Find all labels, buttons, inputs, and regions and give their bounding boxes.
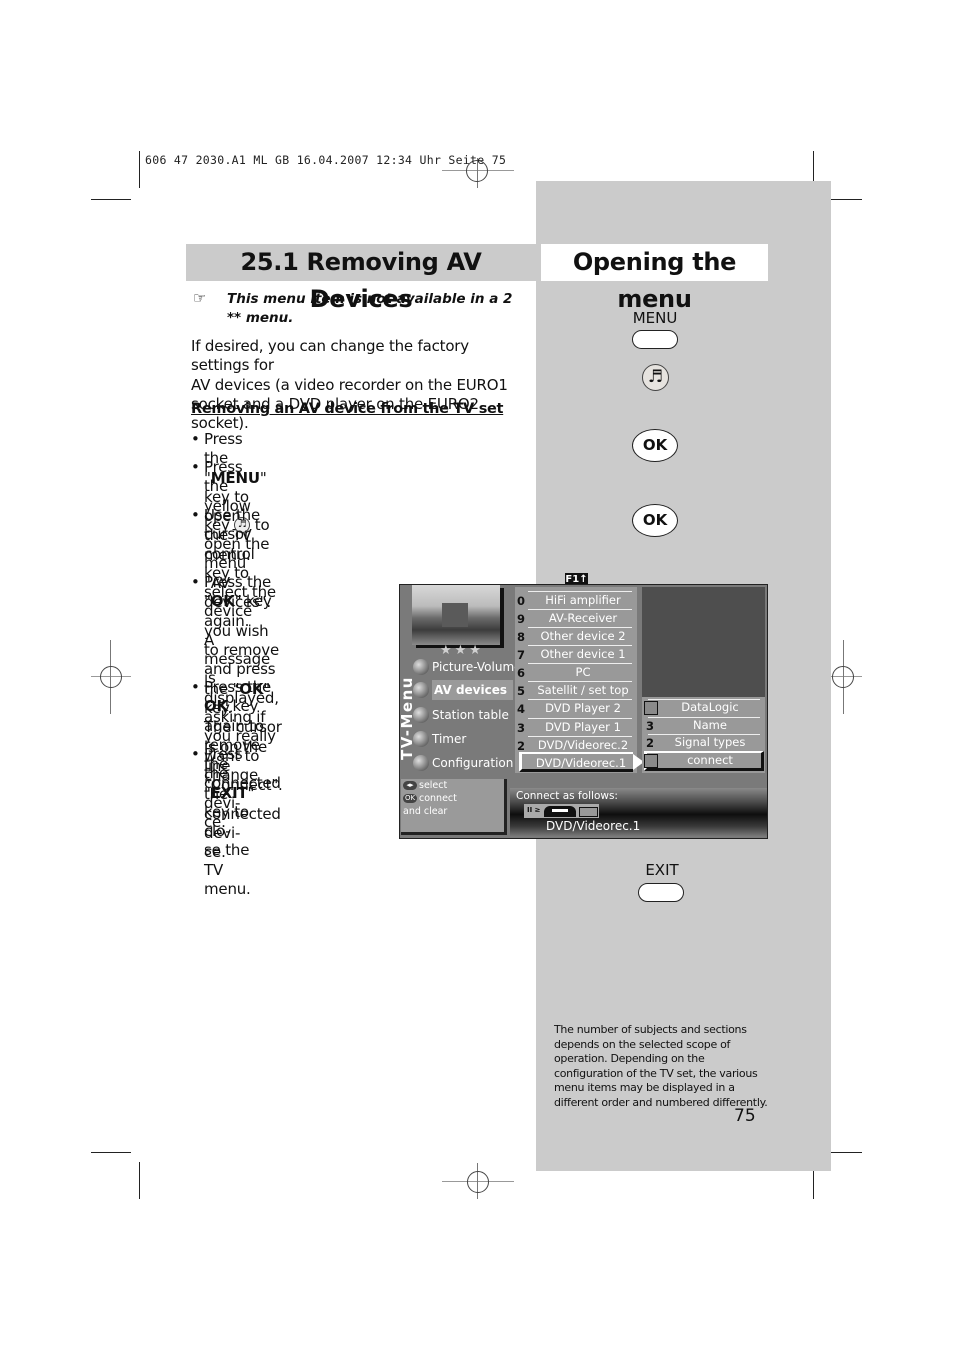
- device-row[interactable]: 7 Other device 1: [515, 645, 635, 663]
- device-label: DVD Player 2: [545, 701, 621, 715]
- menu-item-picture-volume[interactable]: Picture-Volume: [413, 657, 522, 677]
- device-number: 3: [517, 721, 526, 735]
- ok-key[interactable]: OK: [632, 504, 678, 537]
- connect-title: Connect as follows:: [516, 790, 618, 802]
- step-text: se the TV menu.: [204, 841, 251, 899]
- device-row[interactable]: 3 DVD Player 1: [515, 718, 635, 736]
- intro-line: AV devices (a video recorder on the EURO…: [191, 375, 508, 394]
- video-recorder-icon: II ≥: [524, 804, 599, 818]
- menu-item-av-devices[interactable]: AV devices: [413, 680, 513, 700]
- cursor-keys-icon: ◂▸: [403, 781, 417, 790]
- menu-key[interactable]: [632, 330, 678, 349]
- key-name: OK: [204, 697, 228, 716]
- device-row[interactable]: 4 DVD Player 2: [515, 699, 635, 717]
- menu-item-configuration[interactable]: Configuration: [413, 753, 513, 773]
- device-row[interactable]: 5 Satellit / set top: [515, 681, 635, 699]
- note-text: This menu item is not available in a 2 *…: [227, 291, 513, 326]
- submenu-number: 2: [646, 736, 655, 750]
- exit-key[interactable]: [638, 883, 684, 902]
- menu-ball-icon: [413, 682, 429, 698]
- submenu-item-signal-types[interactable]: 2 Signal types: [642, 734, 764, 751]
- device-number: 8: [517, 630, 526, 644]
- device-number: 7: [517, 648, 526, 662]
- page-number: 75: [734, 1106, 756, 1126]
- print-slug: 606 47 2030.A1 ML GB 16.04.2007 12:34 Uh…: [145, 153, 507, 167]
- submenu-label: Signal types: [674, 735, 746, 749]
- menu-ball-icon: [413, 659, 429, 675]
- help-text: select: [419, 780, 448, 791]
- device-label: HiFi amplifier: [545, 593, 621, 607]
- help-panel: ◂▸ select OK connect and clear: [401, 779, 507, 835]
- preview-image: [412, 585, 500, 645]
- subheading: Removing an AV device from the TV set: [191, 401, 504, 417]
- registration-mark: [467, 1171, 489, 1193]
- step-text: Press the: [204, 678, 272, 696]
- key-name: EXIT: [210, 783, 248, 802]
- menu-item-label: Timer: [432, 732, 467, 746]
- device-number: 5: [517, 684, 526, 698]
- help-text: and clear: [403, 806, 448, 817]
- music-note-icon[interactable]: ♬: [642, 364, 669, 391]
- submenu-label: Name: [693, 718, 727, 732]
- menu-item-label: Configuration: [432, 756, 514, 770]
- device-label: Other device 1: [540, 647, 626, 661]
- device-label: DVD/Videorec.2: [537, 738, 629, 752]
- menu-item-label: AV devices: [432, 680, 513, 700]
- checkbox-icon[interactable]: [644, 701, 658, 715]
- device-label: PC: [575, 665, 591, 679]
- menu-item-label: Picture-Volume: [432, 660, 522, 674]
- menu-ball-icon: [413, 707, 429, 723]
- menu-key-label: MENU: [632, 309, 678, 327]
- side-title: Opening the menu: [541, 244, 768, 313]
- menu-ball-icon: [413, 755, 429, 771]
- connect-device: DVD/Videorec.1: [546, 819, 641, 833]
- crop-mark: [91, 1152, 131, 1153]
- device-row[interactable]: 0 HiFi amplifier: [515, 591, 635, 609]
- help-text: connect: [419, 793, 457, 804]
- ok-icon: OK: [403, 794, 417, 803]
- side-note: The number of subjects and sections depe…: [554, 1023, 768, 1109]
- menu-ball-icon: [413, 731, 429, 747]
- device-number: 4: [517, 702, 526, 716]
- device-label: Other device 2: [540, 629, 626, 643]
- device-row[interactable]: 8 Other device 2: [515, 627, 635, 645]
- submenu-number: 3: [646, 719, 655, 733]
- menu-item-timer[interactable]: Timer: [413, 729, 513, 749]
- submenu-item-name[interactable]: 3 Name: [642, 717, 764, 734]
- device-number: 9: [517, 612, 526, 626]
- preview-area: [642, 587, 765, 697]
- device-number: 6: [517, 666, 526, 680]
- device-number: 2: [517, 739, 526, 753]
- ok-key[interactable]: OK: [632, 429, 678, 462]
- checkbox-icon[interactable]: [644, 754, 658, 768]
- star-rating: ★★★: [440, 643, 484, 658]
- exit-key-label: EXIT: [645, 861, 679, 879]
- submenu-label: DataLogic: [681, 700, 739, 714]
- registration-mark: [832, 666, 854, 688]
- pointing-hand-icon: ☞: [193, 289, 207, 307]
- menu-item-label: Station table: [432, 708, 509, 722]
- connect-panel: Connect as follows: II ≥ DVD/Videorec.1: [510, 788, 767, 836]
- device-label: Satellit / set top: [537, 683, 629, 697]
- intro-paragraph: If desired, you can change the factory s…: [191, 337, 531, 433]
- section-title: 25.1 Removing AV Devices: [186, 244, 536, 313]
- device-label: AV-Receiver: [548, 611, 618, 625]
- submenu-item-connect[interactable]: connect: [642, 752, 764, 769]
- device-row[interactable]: 9 AV-Receiver: [515, 609, 635, 627]
- registration-mark: [100, 666, 122, 688]
- intro-line: If desired, you can change the factory s…: [191, 337, 469, 375]
- menu-item-station-table[interactable]: Station table: [413, 705, 513, 725]
- key-name: OK: [210, 592, 235, 611]
- device-number: 0: [517, 594, 526, 608]
- crop-mark: [139, 1162, 140, 1199]
- device-row-selected[interactable]: DVD/Videorec.1: [522, 754, 632, 772]
- device-row[interactable]: 6 PC: [515, 663, 635, 681]
- vcr-label: II ≥: [527, 806, 541, 814]
- crop-mark: [91, 199, 131, 200]
- device-label: DVD Player 1: [545, 720, 621, 734]
- submenu-item-datalogic[interactable]: DataLogic: [642, 699, 764, 716]
- device-label: DVD/Videorec.1: [535, 756, 627, 770]
- crop-mark: [139, 151, 140, 188]
- submenu-label: connect: [687, 753, 733, 767]
